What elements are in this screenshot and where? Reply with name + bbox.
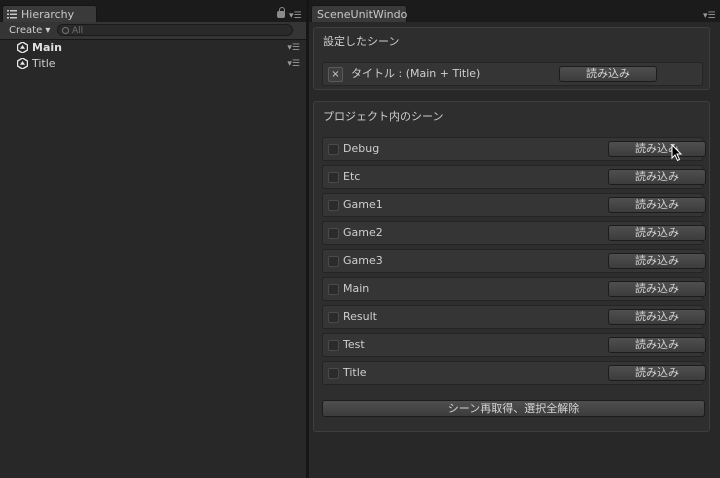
- scene-checkbox[interactable]: [328, 200, 339, 211]
- hierarchy-scene-main[interactable]: Main ▾☰: [0, 40, 306, 56]
- configured-scenes-title: 設定したシーン: [323, 35, 400, 48]
- unity-scene-icon: [17, 42, 28, 53]
- scene-row-debug: Debug 読み込み: [322, 137, 706, 161]
- search-icon: [62, 27, 69, 34]
- row-menu-icon[interactable]: ▾☰: [287, 44, 300, 53]
- scene-checkbox[interactable]: [328, 144, 339, 155]
- scene-checkbox[interactable]: [328, 368, 339, 379]
- scene-name: Result: [343, 310, 377, 323]
- scene-name: Etc: [343, 170, 361, 183]
- scene-checkbox[interactable]: [328, 340, 339, 351]
- load-button[interactable]: 読み込み: [608, 225, 706, 241]
- scene-checkbox[interactable]: [328, 228, 339, 239]
- list-icon: [7, 10, 17, 19]
- scene-checkbox[interactable]: [328, 256, 339, 267]
- configured-scene-label: タイトル : (Main + Title): [351, 67, 481, 80]
- scene-name: Test: [343, 338, 365, 351]
- scene-row-test: Test 読み込み: [322, 333, 706, 357]
- remove-configured-button[interactable]: ×: [328, 67, 343, 82]
- hierarchy-toolbar: Create ▾ All: [0, 22, 306, 40]
- configured-scenes-section: 設定したシーン × タイトル : (Main + Title) 読み込み: [313, 27, 710, 90]
- scene-row-main: Main 読み込み: [322, 277, 706, 301]
- load-button[interactable]: 読み込み: [608, 281, 706, 297]
- lock-icon[interactable]: [277, 7, 285, 18]
- load-button[interactable]: 読み込み: [608, 197, 706, 213]
- hierarchy-scene-label: Title: [32, 57, 56, 70]
- project-scenes-title: プロジェクト内のシーン: [323, 110, 444, 123]
- scene-row-result: Result 読み込み: [322, 305, 706, 329]
- hierarchy-scene-title[interactable]: Title ▾☰: [0, 56, 306, 72]
- row-menu-icon[interactable]: ▾☰: [287, 60, 300, 69]
- load-button[interactable]: 読み込み: [608, 253, 706, 269]
- scene-unit-window: SceneUnitWindo ▾☰ 設定したシーン × タイトル : (Main…: [309, 0, 720, 478]
- panel-menu-icon[interactable]: ▾☰: [289, 12, 302, 21]
- load-button[interactable]: 読み込み: [608, 365, 706, 381]
- scene-row-etc: Etc 読み込み: [322, 165, 706, 189]
- search-placeholder: All: [72, 26, 84, 36]
- scene-checkbox[interactable]: [328, 284, 339, 295]
- create-label: Create: [9, 25, 43, 36]
- scene-checkbox[interactable]: [328, 312, 339, 323]
- scene-window-tabstrip: SceneUnitWindo ▾☰: [309, 0, 720, 22]
- create-button[interactable]: Create ▾: [5, 24, 54, 37]
- scene-name: Main: [343, 282, 370, 295]
- tab-hierarchy[interactable]: Hierarchy: [2, 5, 97, 22]
- scene-name: Debug: [343, 142, 380, 155]
- configured-scene-row: × タイトル : (Main + Title) 読み込み: [322, 62, 703, 86]
- scene-checkbox[interactable]: [328, 172, 339, 183]
- project-scenes-section: プロジェクト内のシーン Debug 読み込み Etc 読み込み Game1 読み…: [313, 101, 710, 432]
- scene-row-game1: Game1 読み込み: [322, 193, 706, 217]
- scene-name: Game3: [343, 254, 383, 267]
- scene-name: Game1: [343, 198, 383, 211]
- refresh-scenes-button[interactable]: シーン再取得、選択全解除: [322, 400, 705, 417]
- load-button[interactable]: 読み込み: [608, 309, 706, 325]
- load-button[interactable]: 読み込み: [608, 141, 706, 157]
- scene-row-game3: Game3 読み込み: [322, 249, 706, 273]
- unity-scene-icon: [17, 58, 28, 69]
- configured-load-button[interactable]: 読み込み: [559, 66, 657, 82]
- scene-row-game2: Game2 読み込み: [322, 221, 706, 245]
- load-button[interactable]: 読み込み: [608, 169, 706, 185]
- tab-scene-unit-window-label: SceneUnitWindo: [317, 8, 408, 21]
- scene-name: Game2: [343, 226, 383, 239]
- scene-name: Title: [343, 366, 367, 379]
- tab-hierarchy-label: Hierarchy: [21, 8, 75, 21]
- hierarchy-tabstrip: Hierarchy ▾☰: [0, 0, 306, 22]
- hierarchy-scene-label: Main: [32, 41, 62, 54]
- hierarchy-panel: Hierarchy ▾☰ Create ▾ All Main ▾☰ Title …: [0, 0, 306, 478]
- mouse-cursor-icon: [671, 144, 683, 162]
- scene-row-title: Title 読み込み: [322, 361, 706, 385]
- load-button[interactable]: 読み込み: [608, 337, 706, 353]
- panel-menu-icon[interactable]: ▾☰: [703, 12, 716, 21]
- search-input[interactable]: All: [57, 24, 293, 36]
- tab-scene-unit-window[interactable]: SceneUnitWindo: [311, 5, 407, 22]
